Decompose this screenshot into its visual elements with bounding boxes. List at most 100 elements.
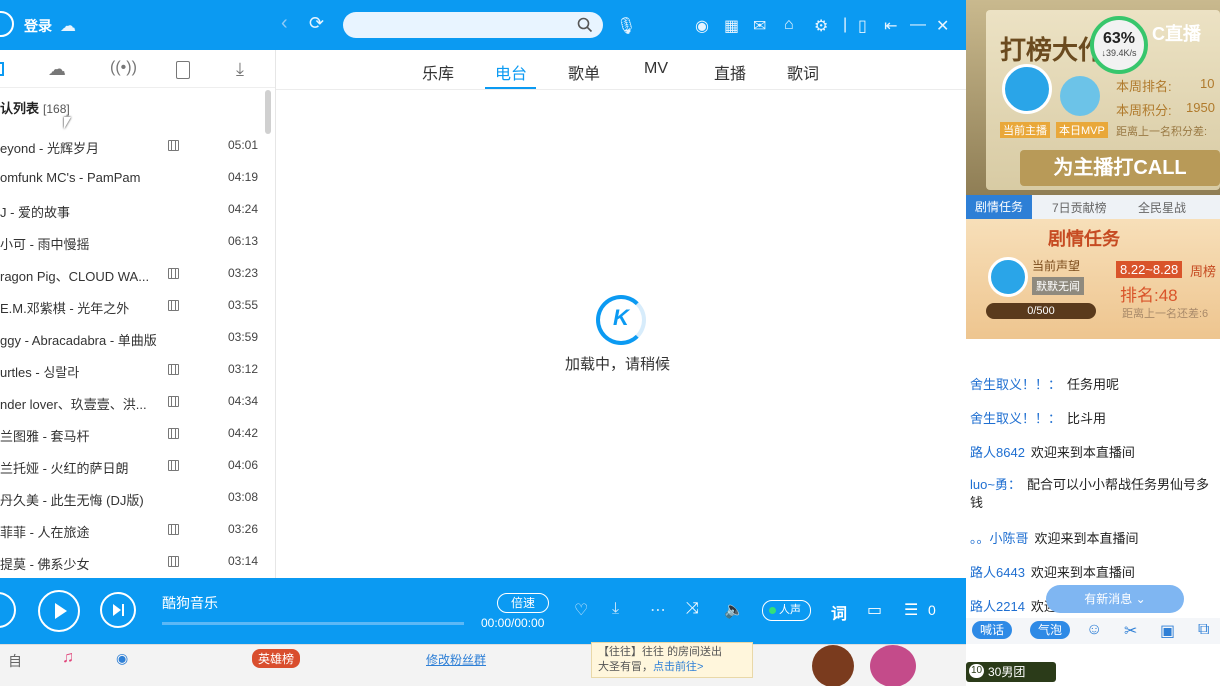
tab-story-task[interactable]: 剧情任务: [966, 195, 1032, 219]
tab-star-battle[interactable]: 全民星战: [1138, 199, 1186, 216]
like-icon[interactable]: ♡: [574, 600, 588, 620]
mail-icon[interactable]: ✉: [753, 16, 766, 36]
vocal-toggle[interactable]: 人声: [762, 600, 811, 621]
logo-icon[interactable]: [0, 11, 14, 37]
cloud-list-icon[interactable]: ☁: [48, 59, 66, 80]
search-input[interactable]: [343, 12, 603, 38]
hero-board[interactable]: 英雄榜: [252, 649, 301, 668]
lyric-button[interactable]: 词: [831, 600, 847, 624]
prev-button[interactable]: [0, 592, 16, 628]
avatar[interactable]: [812, 645, 854, 686]
speed-button[interactable]: 倍速: [497, 593, 549, 613]
tab-playlists[interactable]: 歌单: [568, 60, 600, 84]
mv-icon[interactable]: [168, 556, 179, 567]
radio-icon[interactable]: ((•)): [110, 59, 137, 77]
shuffle-icon[interactable]: ⤨: [686, 600, 699, 618]
chat-user[interactable]: 路人2214: [970, 599, 1025, 614]
dock-icon[interactable]: ⇤: [884, 16, 897, 36]
song-row[interactable]: eyond - 光辉岁月 05:01: [0, 130, 266, 162]
volume-icon[interactable]: 🔈: [724, 600, 744, 620]
chat-toolbar: 喊话 气泡 ☺ ✂ ▣ ⧉: [966, 618, 1220, 644]
chat-user[interactable]: 路人8642: [970, 445, 1025, 460]
radar-icon[interactable]: ◉: [695, 16, 709, 36]
tab-lyrics[interactable]: 歌词: [787, 60, 819, 84]
apps-icon[interactable]: ▦: [724, 16, 739, 36]
cloud-icon[interactable]: ☁: [60, 16, 76, 36]
mv-icon[interactable]: [168, 268, 179, 279]
song-row[interactable]: ragon Pig、CLOUD WA... 03:23: [0, 258, 266, 290]
call-button[interactable]: 为主播打CALL: [1020, 150, 1220, 186]
skin-icon[interactable]: ⌂: [784, 16, 794, 34]
host-avatar[interactable]: [1002, 64, 1052, 114]
refresh-icon[interactable]: ⟳: [309, 13, 324, 34]
note-icon[interactable]: ♫: [62, 649, 74, 667]
mv-icon[interactable]: [168, 300, 179, 311]
mini-mode-icon[interactable]: ▯: [858, 16, 867, 36]
song-row[interactable]: J - 爱的故事 04:24: [0, 194, 266, 226]
share-icon[interactable]: ⧉: [1198, 621, 1209, 639]
song-row[interactable]: urtles - 싱랄라 03:12: [0, 354, 266, 386]
bubble-button[interactable]: 气泡: [1030, 621, 1071, 639]
emoji-icon[interactable]: ☺: [1086, 621, 1102, 639]
task-week: 周榜: [1190, 264, 1217, 279]
device-icon[interactable]: [176, 61, 190, 79]
song-row[interactable]: 小可 - 雨中慢摇 06:13: [0, 226, 266, 258]
chat-user[interactable]: 舍生取义！！：: [970, 411, 1061, 426]
score-label: 本周积分:: [1116, 103, 1172, 118]
play-button[interactable]: [38, 590, 80, 632]
image-icon[interactable]: ▣: [1160, 621, 1175, 641]
mv-icon[interactable]: [168, 524, 179, 535]
mic-icon[interactable]: 🎙: [616, 16, 636, 36]
mv-icon[interactable]: [168, 428, 179, 439]
tab-radio[interactable]: 电台: [495, 60, 527, 84]
settings-icon[interactable]: ⚙: [814, 16, 828, 36]
song-row[interactable]: E.M.邓紫棋 - 光年之外 03:55: [0, 290, 266, 322]
mv-icon[interactable]: [168, 364, 179, 375]
music-icon[interactable]: [0, 62, 4, 76]
new-message-button[interactable]: 有新消息 ⌄: [1046, 585, 1184, 613]
shout-button[interactable]: 喊话: [972, 621, 1013, 639]
fan-group-link[interactable]: 修改粉丝群: [426, 651, 486, 668]
chat-user[interactable]: 舍生取义！！：: [970, 377, 1061, 392]
playlist-scrollbar[interactable]: [265, 90, 271, 134]
chat-user[interactable]: 。。小陈哥: [970, 531, 1029, 546]
next-button[interactable]: [100, 592, 136, 628]
fan-badge[interactable]: 10 30男团: [966, 662, 1056, 682]
download-icon[interactable]: ⤓: [236, 59, 244, 80]
mv-icon[interactable]: [168, 140, 179, 151]
song-row[interactable]: nder lover、玖壹壹、洪... 04:34: [0, 386, 266, 418]
song-row[interactable]: ggy - Abracadabra - 单曲版 03:59: [0, 322, 266, 354]
song-row[interactable]: 兰图雅 - 套马杆 04:42: [0, 418, 266, 450]
minimize-icon[interactable]: —: [910, 16, 926, 34]
tab-7day-board[interactable]: 7日贡献榜: [1052, 199, 1107, 216]
chat-user[interactable]: luo~勇：: [970, 477, 1021, 492]
more-icon[interactable]: ⋯: [650, 600, 666, 620]
close-icon[interactable]: ✕: [936, 16, 949, 36]
mvp-avatar[interactable]: [1060, 76, 1100, 116]
scissors-icon[interactable]: ✂: [1124, 621, 1137, 641]
song-row[interactable]: 丹久美 - 此生无悔 (DJ版) 03:08: [0, 482, 266, 514]
default-list-header[interactable]: 认列表 [168]: [0, 98, 70, 117]
back-icon[interactable]: ‹: [281, 12, 288, 35]
mv-icon[interactable]: [168, 460, 179, 471]
download-song-icon[interactable]: ⤓: [612, 600, 619, 618]
song-row[interactable]: 提莫 - 佛系少女 03:14: [0, 546, 266, 578]
chat-user[interactable]: 路人6443: [970, 565, 1025, 580]
tab-live[interactable]: 直播: [714, 60, 746, 84]
search-icon[interactable]: [577, 17, 593, 33]
record-icon[interactable]: ◉: [116, 650, 128, 667]
queue-icon[interactable]: ☰: [904, 600, 918, 620]
tab-library[interactable]: 乐库: [422, 60, 454, 84]
comment-icon[interactable]: ▭: [867, 600, 882, 620]
gift-notice[interactable]: 【往往】往往 的房间送出 大圣有冒，点击前往>: [591, 642, 753, 678]
song-row[interactable]: omfunk MC's - PamPam 04:19: [0, 162, 266, 194]
tab-mv[interactable]: MV: [644, 60, 668, 78]
song-row[interactable]: 菲菲 - 人在旅途 03:26: [0, 514, 266, 546]
login-link[interactable]: 登录: [24, 16, 52, 36]
strip-label[interactable]: 自: [8, 651, 22, 671]
song-row[interactable]: 兰托娅 - 火红的萨日朗 04:06: [0, 450, 266, 482]
song-title: 兰托娅 - 火红的萨日朗: [0, 461, 129, 476]
avatar[interactable]: [870, 645, 916, 686]
progress-bar[interactable]: [162, 622, 464, 625]
mv-icon[interactable]: [168, 396, 179, 407]
